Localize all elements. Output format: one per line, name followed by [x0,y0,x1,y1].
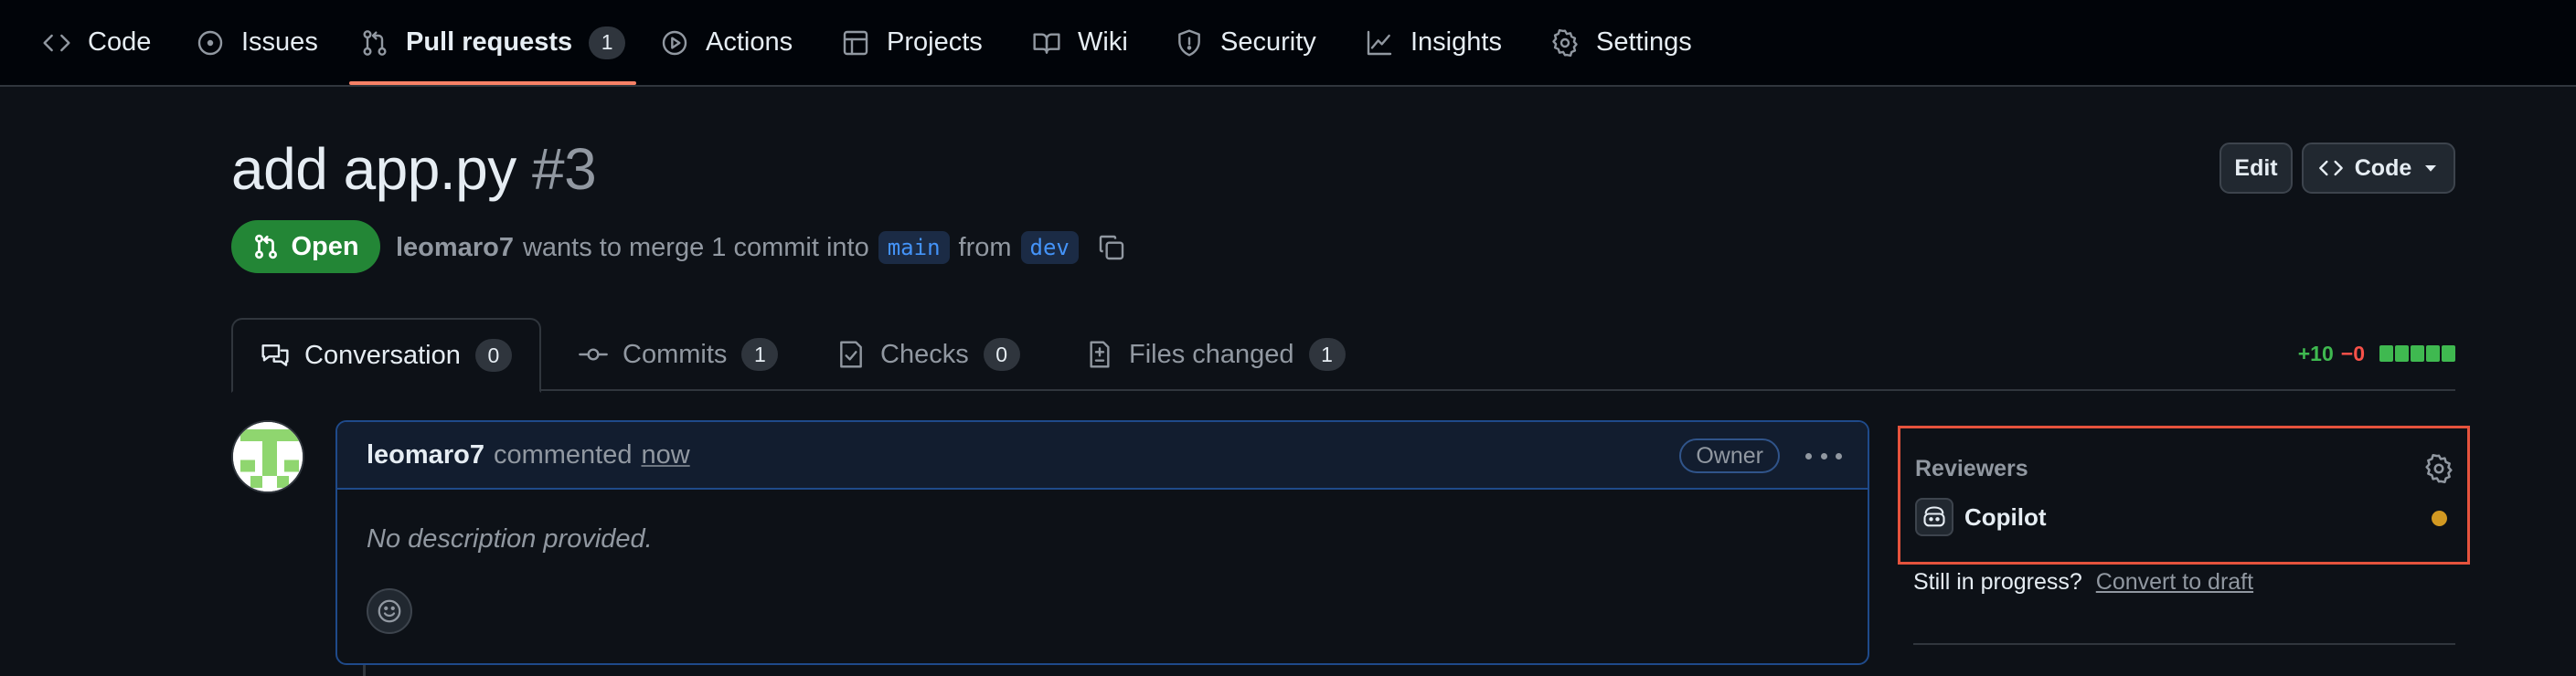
comment-timestamp[interactable]: now [641,440,689,470]
diffstat-block [2395,345,2409,362]
nav-label: Pull requests [406,27,573,57]
nav-item-projects[interactable]: Projects [841,0,983,85]
timeline-line [363,665,366,676]
pr-number: #3 [532,136,597,202]
from-text: from [958,232,1012,262]
nav-label: Security [1220,27,1316,57]
comment-author[interactable]: leomaro7 [367,440,484,470]
convert-to-draft-link[interactable]: Convert to draft [2096,569,2253,595]
nav-label: Issues [241,27,318,57]
diffstat: +10 −0 [2298,340,2455,367]
comment-body: No description provided. [367,524,653,554]
checklist-icon [840,341,862,368]
nav-label: Wiki [1078,27,1128,57]
diffstat-blocks [2378,345,2455,362]
reviewer-name: Copilot [1964,502,2047,531]
status-badge-label: Open [291,231,359,261]
nav-item-security[interactable]: Security [1175,0,1316,85]
pull-request-icon [363,29,387,56]
diffstat-block [2411,345,2424,362]
nav-label: Projects [887,27,983,57]
diffstat-block [2442,345,2455,362]
repo-nav: Code Issues Pull requests 1 Actions Proj… [0,0,2576,87]
draft-prompt-text: Still in progress? [1913,569,2082,595]
nav-item-actions[interactable]: Actions [660,0,793,85]
gear-icon [1552,28,1578,57]
pr-tabs: Conversation 0 Commits 1 Checks 0 Files … [231,318,2455,393]
tab-commits[interactable]: Commits 1 [579,318,779,391]
comment-action: commented [493,439,633,470]
nav-item-issues[interactable]: Issues [196,0,318,85]
tab-count: 1 [1308,338,1346,371]
base-branch[interactable]: main [878,231,950,264]
tab-count: 1 [741,338,779,371]
head-branch[interactable]: dev [1020,231,1079,264]
tab-label: Checks [880,339,969,369]
pull-request-count: 1 [589,26,626,59]
tab-count: 0 [983,338,1020,371]
add-reaction-button[interactable] [367,588,412,634]
comment-card: leomaro7 commented now Owner No descript… [335,420,1869,665]
comment-discussion-icon [261,344,289,366]
shield-icon [1178,28,1200,57]
comment-header: leomaro7 commented now [337,422,1868,490]
tab-files-changed[interactable]: Files changed 1 [1085,318,1346,391]
tab-label: Commits [623,339,728,369]
copilot-icon [1915,498,1953,536]
diffstat-block [2379,345,2393,362]
triangle-down-icon [2425,165,2437,172]
kebab-menu-icon[interactable] [1805,442,1842,470]
code-icon [2318,160,2343,176]
pending-review-dot [2432,511,2447,526]
smiley-icon [378,599,401,623]
tab-label: Conversation [304,340,461,370]
commit-icon [579,348,608,361]
tab-label: Files changed [1129,339,1294,369]
nav-item-pull-requests[interactable]: Pull requests 1 [348,0,637,85]
code-icon [43,34,70,51]
tab-conversation[interactable]: Conversation 0 [231,318,541,393]
file-diff-icon [1090,341,1110,368]
gear-icon[interactable] [2423,453,2454,484]
tab-checks[interactable]: Checks 0 [836,318,1020,391]
diffstat-additions: +10 [2297,341,2334,365]
page-title: add app.py #3 [231,135,597,203]
table-icon [843,30,868,55]
nav-item-wiki[interactable]: Wiki [1032,0,1128,85]
merge-text: wants to merge 1 commit into [522,232,869,262]
graph-icon [1367,30,1392,55]
avatar[interactable] [231,420,304,493]
nav-label: Actions [706,27,793,57]
play-icon [662,30,687,55]
author-link[interactable]: leomaro7 [396,233,514,263]
diffstat-block [2426,345,2440,362]
identicon-icon [233,422,303,491]
pr-title-text: add app.py [231,136,516,202]
nav-item-code[interactable]: Code [42,0,151,85]
edit-button[interactable]: Edit [2219,143,2293,194]
nav-label: Code [88,27,152,57]
pr-merge-summary: leomaro7 wants to merge 1 commit into ma… [396,228,1126,267]
nav-label: Settings [1596,27,1692,57]
diffstat-deletions: −0 [2340,341,2365,365]
book-icon [1033,32,1060,54]
code-button-label: Code [2354,154,2412,181]
reviewer-row[interactable]: Copilot [1915,498,2047,536]
code-dropdown-button[interactable]: Code [2302,143,2455,194]
reviewers-title: Reviewers [1915,456,2028,481]
reviewers-section: Reviewers Copilot [1898,426,2470,565]
owner-badge: Owner [1679,438,1780,473]
status-badge: Open [231,220,380,273]
draft-prompt: Still in progress? Convert to draft [1913,569,2253,596]
nav-item-settings[interactable]: Settings [1550,0,1692,85]
pull-request-icon [255,234,278,259]
issue-icon [197,30,223,55]
edit-button-label: Edit [2234,154,2278,181]
tab-count: 0 [474,339,512,372]
nav-label: Insights [1410,27,1502,57]
sidebar-divider [1913,643,2455,645]
copy-icon[interactable] [1097,233,1126,262]
nav-item-insights[interactable]: Insights [1365,0,1502,85]
